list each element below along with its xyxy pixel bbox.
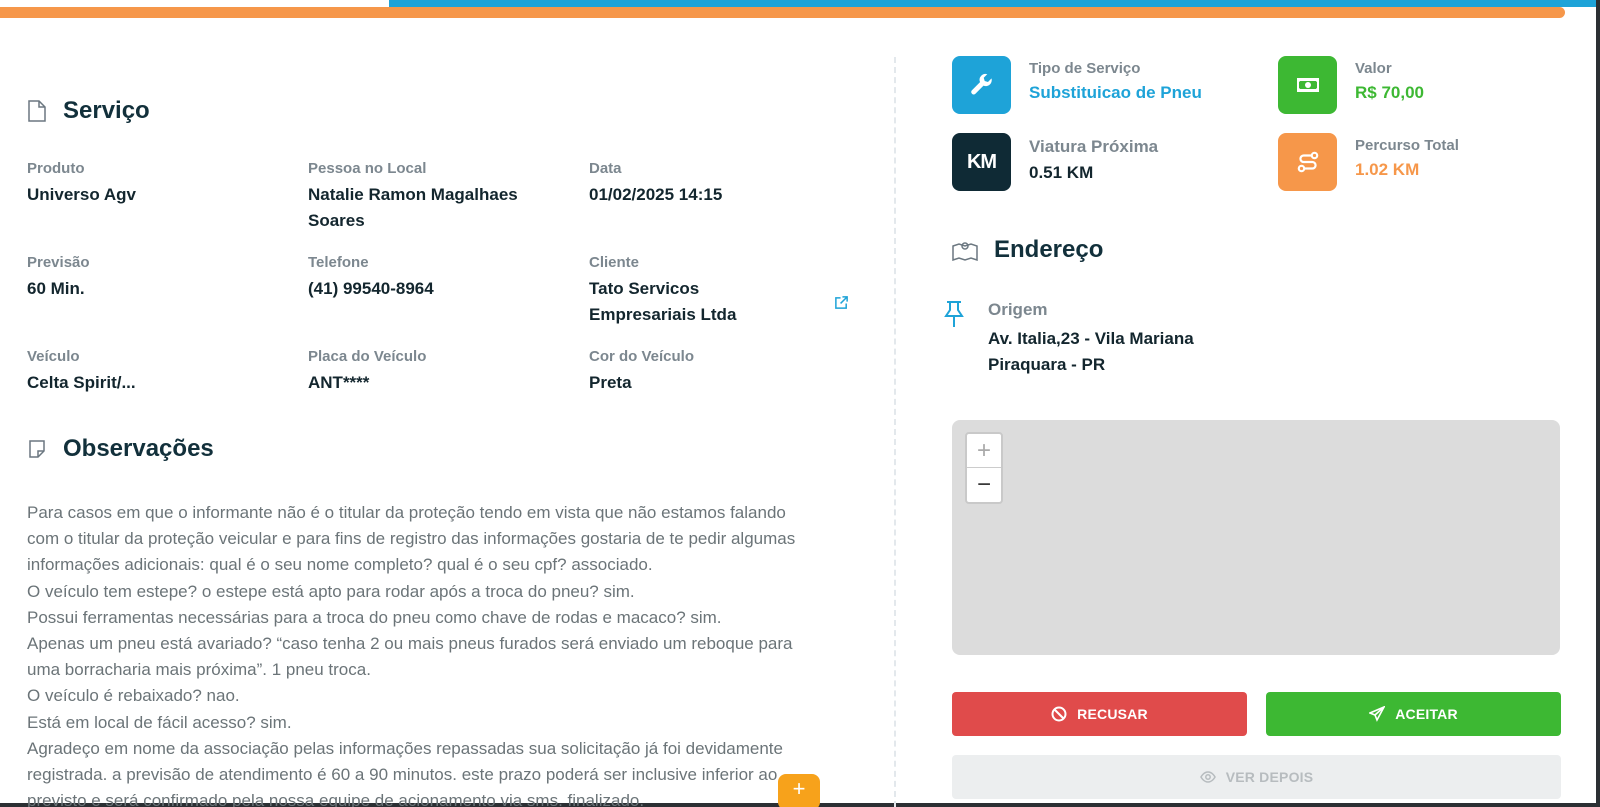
document-icon [27,100,47,122]
service-title: Serviço [63,97,150,124]
field-label: Telefone [308,254,369,271]
field-label: Data [589,160,622,177]
observation-line: uma borracharia mais próxima”. 1 pneu tr… [27,660,371,680]
stat-label: Percurso Total [1355,137,1459,154]
field-value-line: Natalie Ramon Magalhaes [308,185,518,204]
field-label: Veículo [27,348,80,365]
origin-address: Origem Av. Italia,23 - Vila Mariana Pira… [942,300,1194,378]
field-value-line: Soares [308,211,365,230]
zoom-in-button[interactable]: + [967,434,1001,468]
field-placa: Placa do Veículo ANT**** [308,348,570,396]
refuse-label: RECUSAR [1077,706,1148,722]
stat-nearby-vehicle: KM Viatura Próxima 0.51 KM [952,133,1158,191]
accept-label: ACEITAR [1395,706,1458,722]
refuse-button[interactable]: RECUSAR [952,692,1247,736]
stat-value: Substituicao de Pneu [1029,83,1202,102]
observation-line: Para casos em que o informante não é o t… [27,503,786,522]
field-label: Previsão [27,254,90,271]
observation-line: O veículo tem estepe? o estepe está apto… [27,581,635,601]
km-icon: KM [952,133,1011,191]
map-zoom-control: + − [965,432,1003,504]
km-icon-text: KM [966,150,997,173]
top-progress-orange [0,7,1565,18]
observation-line: informações adicionais: qual é o seu nom… [27,555,653,575]
column-divider [894,57,896,807]
field-value: Universo Agv [27,185,136,204]
stat-label: Tipo de Serviço [1029,60,1141,77]
service-section-title: Serviço [27,97,150,125]
note-icon [27,438,47,460]
map-icon [952,239,978,261]
field-label: Placa do Veículo [308,348,427,365]
money-icon [1278,56,1337,114]
observation-line: com o titular da proteção veicular e par… [27,529,796,549]
stat-service-type: Tipo de Serviço Substituicao de Pneu [952,56,1202,114]
observation-line: registrada. a previsão de atendimento é … [27,765,778,785]
observations-text: Para casos em que o informante não é o t… [27,500,837,807]
wrench-icon [952,56,1011,114]
map-view[interactable]: + − [952,420,1560,655]
external-link-icon[interactable] [834,295,849,310]
origin-city: Piraquara - PR [988,355,1106,374]
field-label: Cliente [589,254,640,271]
stat-label: Valor [1355,60,1392,77]
eye-icon [1199,769,1216,785]
field-veiculo: Veículo Celta Spirit/... [27,348,289,396]
observation-line: Possui ferramentas necessárias para a tr… [27,607,722,627]
stat-value: 1.02 KM [1355,160,1420,179]
observations-section-title: Observações [27,435,214,463]
observation-line: Agradeço em nome da associação pelas inf… [27,738,783,758]
field-value: Preta [589,373,632,392]
field-cliente: Cliente Tato Servicos Empresariais Ltda [589,254,851,328]
accept-button[interactable]: ACEITAR [1266,692,1561,736]
field-telefone: Telefone (41) 99540-8964 [308,254,570,302]
observation-line: previsto e será confirmado pela nossa eq… [27,791,645,807]
field-value: 01/02/2025 14:15 [589,185,723,204]
top-progress-blue [389,0,1600,7]
ban-icon [1051,706,1067,722]
stat-total-route: Percurso Total 1.02 KM [1278,133,1459,191]
origin-label: Origem [988,300,1048,319]
stat-value: R$ 70,00 [1355,83,1424,102]
address-title: Endereço [994,236,1104,263]
field-value: Celta Spirit/... [27,373,136,392]
field-label: Produto [27,160,85,177]
stat-value-card: Valor R$ 70,00 [1278,56,1424,114]
field-data: Data 01/02/2025 14:15 [589,160,851,208]
stat-label: Viatura Próxima [1029,137,1159,156]
field-label: Pessoa no Local [308,160,427,177]
observation-line: Está em local de fácil acesso? sim. [27,712,292,732]
observation-line: O veículo é rebaixado? nao. [27,686,240,706]
address-section-title: Endereço [952,236,1103,264]
field-pessoa-local: Pessoa no Local Natalie Ramon Magalhaes … [308,160,570,234]
window-edge [1596,0,1600,807]
field-label: Cor do Veículo [589,348,695,365]
field-value: ANT**** [308,373,370,392]
field-value-line: Empresariais Ltda [589,305,737,324]
field-cor: Cor do Veículo Preta [589,348,851,396]
view-later-label: VER DEPOIS [1225,769,1314,785]
field-value[interactable]: (41) 99540-8964 [308,276,570,302]
observation-line: Apenas um pneu está avariado? “caso tenh… [27,634,793,654]
send-icon [1369,706,1386,722]
view-later-button[interactable]: VER DEPOIS [952,755,1561,799]
field-produto: Produto Universo Agv [27,160,289,208]
zoom-out-button[interactable]: − [967,468,1001,502]
stat-value: 0.51 KM [1029,163,1094,182]
route-icon [1278,133,1337,191]
add-floating-button[interactable]: + [778,774,820,807]
observations-title: Observações [63,435,214,462]
field-value: 60 Min. [27,279,85,298]
origin-street: Av. Italia,23 - Vila Mariana [988,329,1194,348]
field-previsao: Previsão 60 Min. [27,254,289,302]
field-value-line: Tato Servicos [589,279,700,298]
pushpin-icon [942,300,966,328]
